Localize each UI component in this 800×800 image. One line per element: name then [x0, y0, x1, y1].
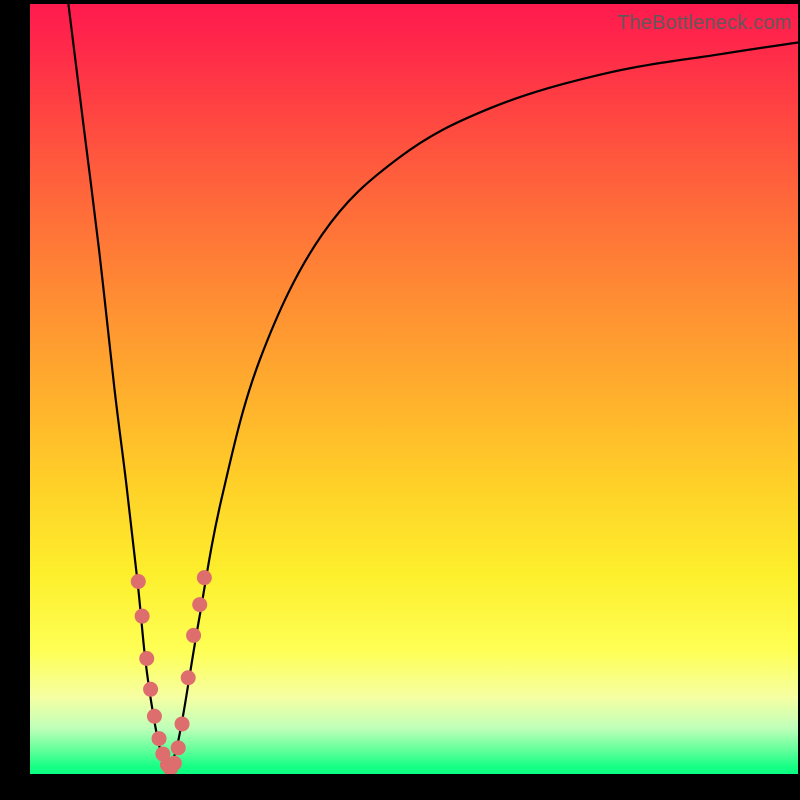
chart-frame: TheBottleneck.com	[0, 0, 800, 800]
data-marker	[171, 740, 186, 755]
data-marker	[135, 609, 150, 624]
data-marker	[186, 628, 201, 643]
data-marker	[152, 731, 167, 746]
data-marker	[197, 570, 212, 585]
curves-svg	[30, 4, 798, 774]
data-marker	[143, 682, 158, 697]
curve-right-branch	[168, 43, 798, 771]
marker-group	[131, 570, 212, 774]
data-marker	[181, 670, 196, 685]
plot-area: TheBottleneck.com	[30, 4, 798, 774]
data-marker	[192, 597, 207, 612]
data-marker	[175, 716, 190, 731]
data-marker	[167, 756, 182, 771]
data-marker	[139, 651, 154, 666]
data-marker	[147, 709, 162, 724]
data-marker	[131, 574, 146, 589]
